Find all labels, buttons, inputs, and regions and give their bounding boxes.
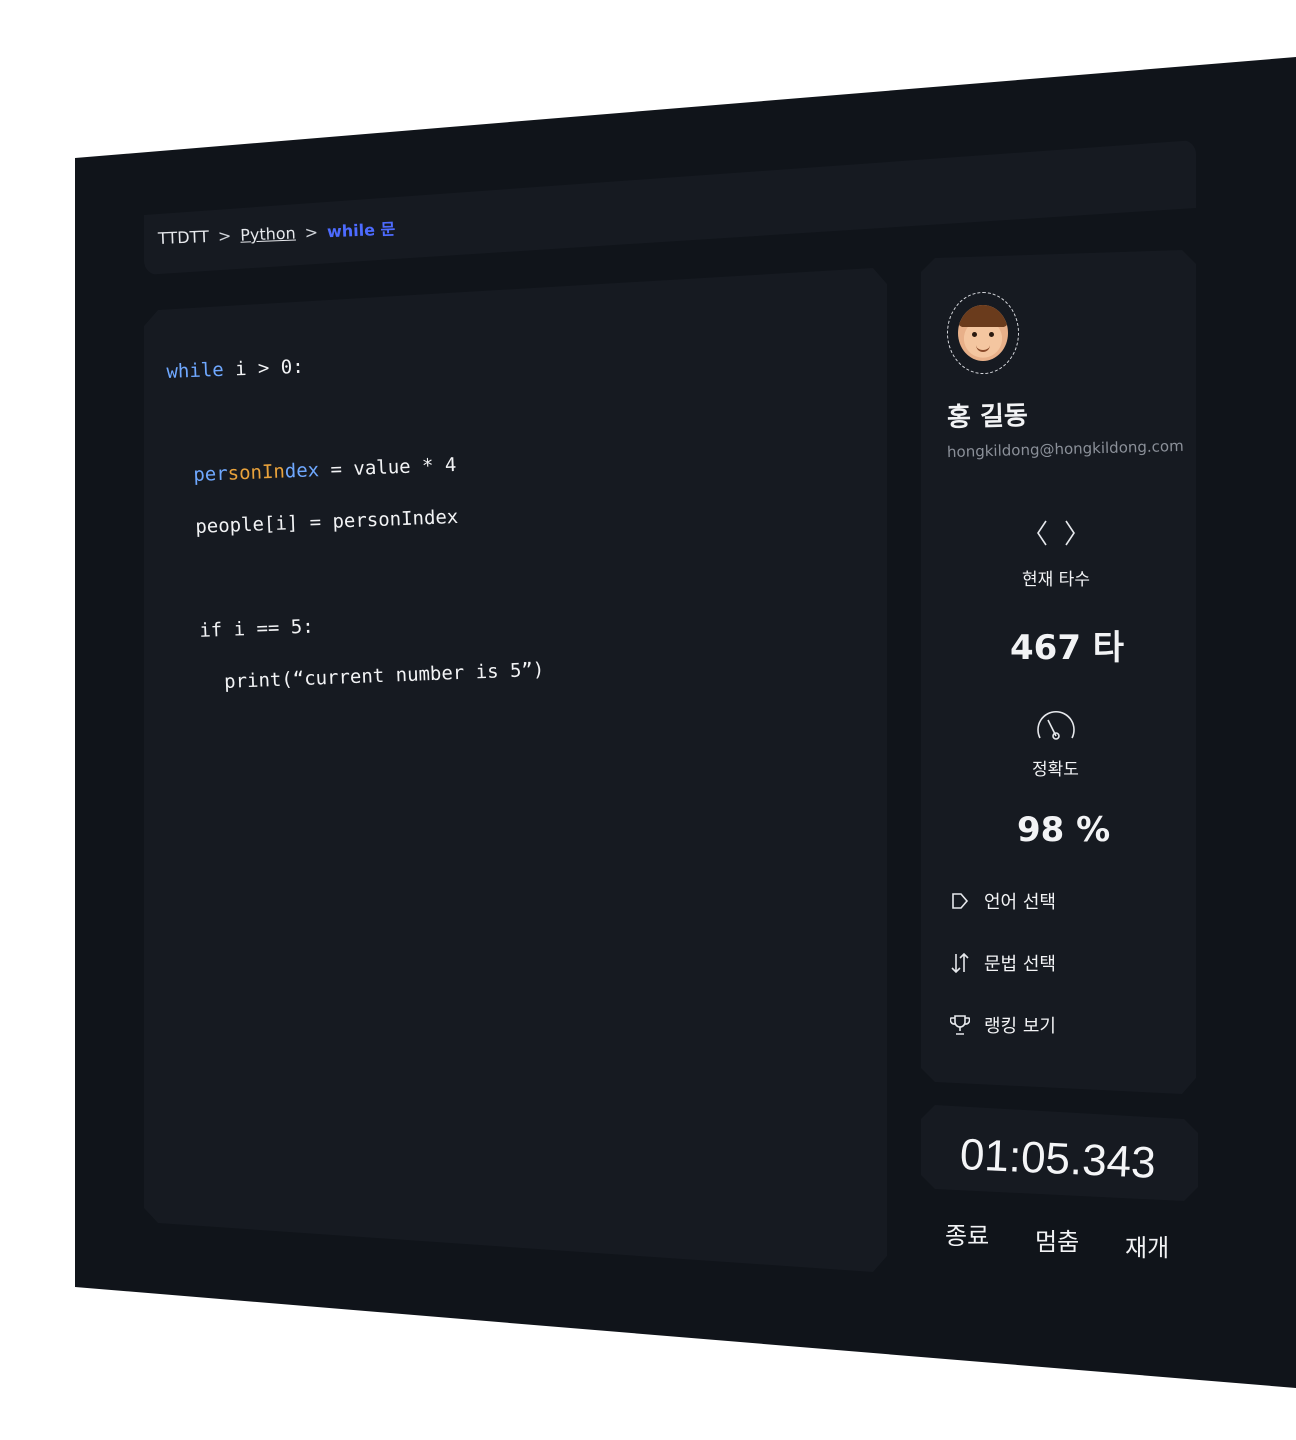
resume-button[interactable]: 재개 (1125, 1228, 1169, 1263)
menu-item-label: 랭킹 보기 (984, 1016, 1056, 1037)
accuracy-label: 정확도 (1032, 760, 1079, 780)
memoji-avatar-icon (958, 305, 1008, 361)
code-line: people[i] = personIndex (194, 505, 459, 538)
profile-name: 홍 길동 (946, 400, 1029, 434)
sort-arrows-icon (951, 952, 969, 974)
tag-icon (952, 893, 969, 909)
code-line: print(“current number is 5”) (223, 658, 545, 693)
breadcrumb-separator: > (304, 222, 319, 243)
breadcrumb-python[interactable]: Python (240, 223, 296, 244)
accuracy-value: 98 % (1017, 810, 1111, 850)
menu-syntax-select[interactable]: 문법 선택 (950, 950, 1056, 976)
breadcrumb-current: while 문 (326, 219, 396, 242)
avatar[interactable] (947, 292, 1019, 374)
code-line: if i == 5: (198, 615, 315, 642)
code-area: while i > 0: personIndex = value * 4 peo… (165, 319, 546, 723)
breadcrumb-root[interactable]: TTDTT (158, 227, 210, 248)
speed-label: 현재 타수 (1022, 570, 1090, 590)
code-line: while i > 0: (166, 355, 305, 383)
menu-language-select[interactable]: 언어 선택 (950, 888, 1056, 914)
menu-item-label: 언어 선택 (984, 892, 1056, 913)
menu-ranking-view[interactable]: 랭킹 보기 (950, 1012, 1056, 1038)
trophy-icon (950, 1015, 970, 1035)
pause-button[interactable]: 멈춤 (1035, 1222, 1079, 1257)
speedometer-icon (1037, 711, 1075, 740)
end-button[interactable]: 종료 (945, 1216, 989, 1251)
menu-item-label: 문법 선택 (984, 954, 1056, 975)
breadcrumb-separator: > (217, 226, 232, 246)
timer-display: 01:05.343 (958, 1130, 1157, 1188)
code-brackets-icon (1037, 520, 1075, 546)
code-line: personIndex = value * 4 (192, 453, 457, 487)
speed-value: 467 타 (1010, 628, 1125, 668)
